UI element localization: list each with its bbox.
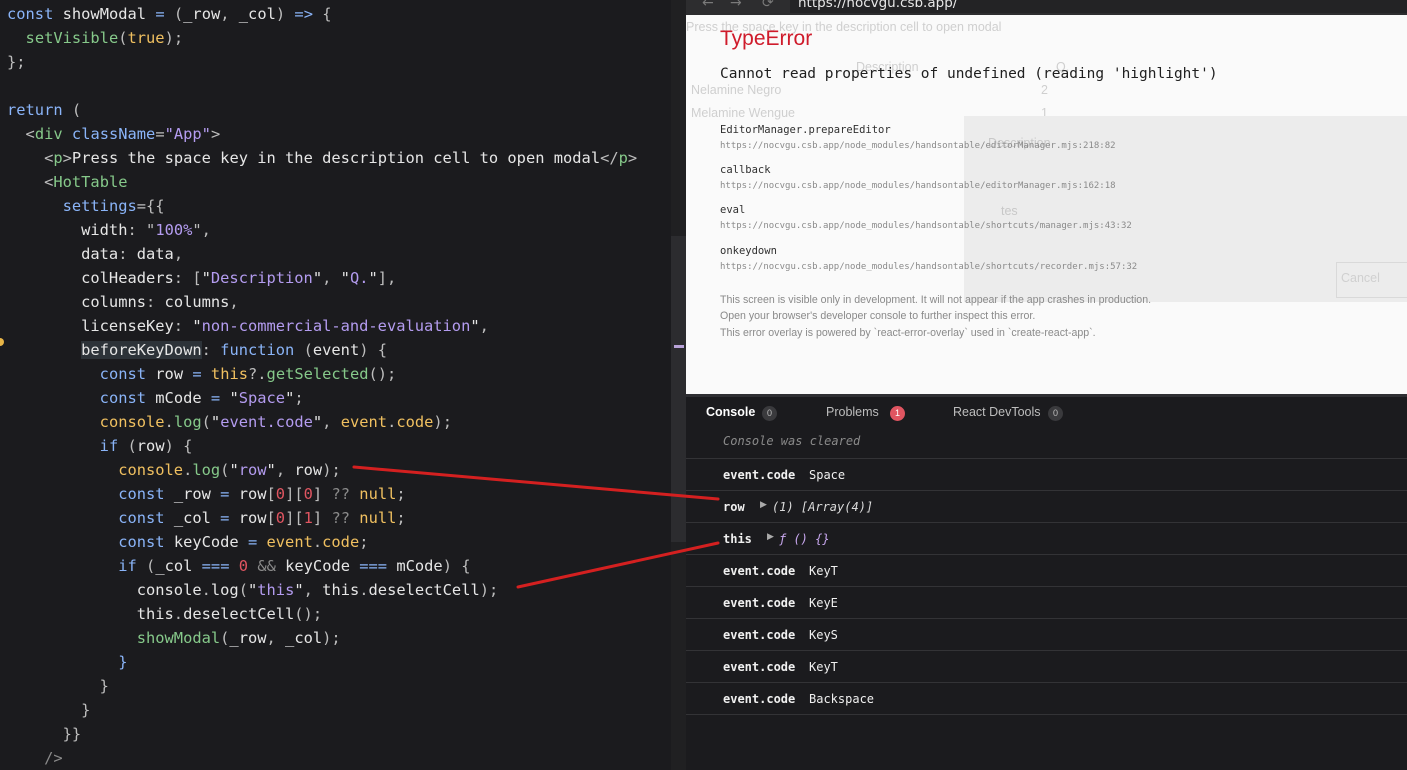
console-cleared-text: Console was cleared [723,434,861,448]
log-key: row [723,500,745,514]
code-line-11[interactable]: data: data, [7,242,183,266]
stack-frame-path[interactable]: https://nocvgu.csb.app/node_modules/hand… [720,262,1137,272]
log-key: event.code [723,692,796,706]
code-line-22[interactable]: const _col = row[0][1] ?? null; [7,506,405,530]
code-line-3[interactable]: }; [7,50,26,74]
modal-cancel-button: Cancel [1336,262,1407,298]
code-line-5[interactable]: return ( [7,98,81,122]
console-log-row[interactable]: this ▶ ƒ () {} [686,522,1407,555]
tab-react-devtools[interactable]: React DevTools [953,405,1041,419]
stack-frame-fn: EditorManager.prepareEditor [720,124,891,136]
code-line-10[interactable]: width: "100%", [7,218,211,242]
code-line-14[interactable]: licenseKey: "non-commercial-and-evaluati… [7,314,489,338]
devtools-panel: Console 0 Problems 1 React DevTools 0 Co… [686,394,1407,770]
back-arrow-icon[interactable]: ← [702,0,714,11]
code-line-27[interactable]: showModal(_row, _col); [7,626,341,650]
console-log-row[interactable]: event.code KeyT [686,650,1407,683]
code-line-26[interactable]: this.deselectCell(); [7,602,322,626]
log-value: KeyS [809,628,838,642]
code-line-25[interactable]: console.log("this", this.deselectCell); [7,578,499,602]
expand-triangle-icon[interactable]: ▶ [767,532,774,542]
console-log-row[interactable]: event.code Space [686,458,1407,491]
stack-frame-path[interactable]: https://nocvgu.csb.app/node_modules/hand… [720,181,1116,191]
stack-frame-path[interactable]: https://nocvgu.csb.app/node_modules/hand… [720,221,1132,231]
browser-toolbar: ← → ⟳ https://nocvgu.csb.app/ [686,0,1407,15]
code-line-7[interactable]: <p>Press the space key in the descriptio… [7,146,637,170]
stack-frame-fn: callback [720,164,771,176]
code-line-1[interactable]: const showModal = (_row, _col) => { [7,2,332,26]
code-line-12[interactable]: colHeaders: ["Description", "Q."], [7,266,396,290]
cell-row2-description: Melamine Wengue [691,106,795,120]
code-line-21[interactable]: const _row = row[0][0] ?? null; [7,482,405,506]
code-line-19[interactable]: if (row) { [7,434,193,458]
reload-icon[interactable]: ⟳ [762,0,774,11]
cell-row1-description: Nelamine Negro [691,83,782,97]
react-devtools-badge: 0 [1048,406,1063,421]
log-value: Backspace [809,692,875,706]
scrollbar-marker [674,345,684,348]
error-message: Cannot read properties of undefined (rea… [720,66,1218,82]
log-value: KeyT [809,660,838,674]
log-divider [686,714,1407,715]
code-line-23[interactable]: const keyCode = event.code; [7,530,368,554]
console-log-row[interactable]: event.code KeyS [686,618,1407,651]
console-log-row[interactable]: event.code KeyE [686,586,1407,619]
code-line-15[interactable]: beforeKeyDown: function (event) { [7,338,387,362]
log-key: event.code [723,596,796,610]
code-line-8[interactable]: <HotTable [7,170,127,194]
code-line-28[interactable]: } [7,650,127,674]
tab-console[interactable]: Console [706,405,755,419]
log-value[interactable]: (1) [Array(4)] [772,500,873,514]
console-log-row[interactable]: event.code KeyT [686,554,1407,587]
stack-frame-fn: onkeydown [720,245,777,257]
console-badge: 0 [762,406,777,421]
log-key: event.code [723,468,796,482]
code-line-29[interactable]: } [7,674,109,698]
console-log-row[interactable]: event.code Backspace [686,682,1407,715]
code-line-30[interactable]: } [7,698,90,722]
browser-preview: ← → ⟳ https://nocvgu.csb.app/ Press the … [686,0,1407,394]
code-line-18[interactable]: console.log("event.code", event.code); [7,410,452,434]
code-line-13[interactable]: columns: columns, [7,290,239,314]
log-value: Space [809,468,846,482]
stack-frame-path[interactable]: https://nocvgu.csb.app/node_modules/hand… [720,141,1116,151]
code-line-9[interactable]: settings={{ [7,194,165,218]
cell-row1-q: 2 [1041,83,1048,97]
code-line-17[interactable]: const mCode = "Space"; [7,386,304,410]
code-editor[interactable]: const showModal = (_row, _col) => { setV… [0,0,671,770]
log-key: event.code [723,660,796,674]
error-title: TypeError [720,27,813,50]
tab-problems[interactable]: Problems [826,405,879,419]
log-key: event.code [723,564,796,578]
log-key: this [723,532,752,546]
log-value[interactable]: ƒ () {} [779,532,830,546]
console-log-row[interactable]: row ▶ (1) [Array(4)] [686,490,1407,523]
code-line-31[interactable]: }} [7,722,82,746]
code-line-20[interactable]: console.log("row", row); [7,458,341,482]
code-line-2[interactable]: setVisible(true); [7,26,184,50]
code-line-32[interactable]: /> [7,746,63,770]
modal-input: tes [1001,204,1018,218]
log-key: event.code [723,628,796,642]
log-value: KeyT [809,564,838,578]
url-text[interactable]: https://nocvgu.csb.app/ [798,0,957,11]
log-value: KeyE [809,596,838,610]
code-line-24[interactable]: if (_col === 0 && keyCode === mCode) { [7,554,470,578]
error-note: Open your browser's developer console to… [720,310,1036,322]
code-line-16[interactable]: const row = this?.getSelected(); [7,362,397,386]
code-line-6[interactable]: <div className="App"> [7,122,221,146]
error-note: This error overlay is powered by `react-… [720,327,1096,339]
forward-arrow-icon[interactable]: → [730,0,742,11]
problems-badge: 1 [890,406,905,421]
error-note: This screen is visible only in developme… [720,294,1152,306]
lightbulb-icon[interactable] [0,338,4,346]
stack-frame-fn: eval [720,204,746,216]
expand-triangle-icon[interactable]: ▶ [760,500,767,510]
editor-scrollbar-thumb[interactable] [671,236,686,542]
modal-cancel-label: Cancel [1341,271,1380,285]
panel-divider[interactable] [686,394,1407,397]
